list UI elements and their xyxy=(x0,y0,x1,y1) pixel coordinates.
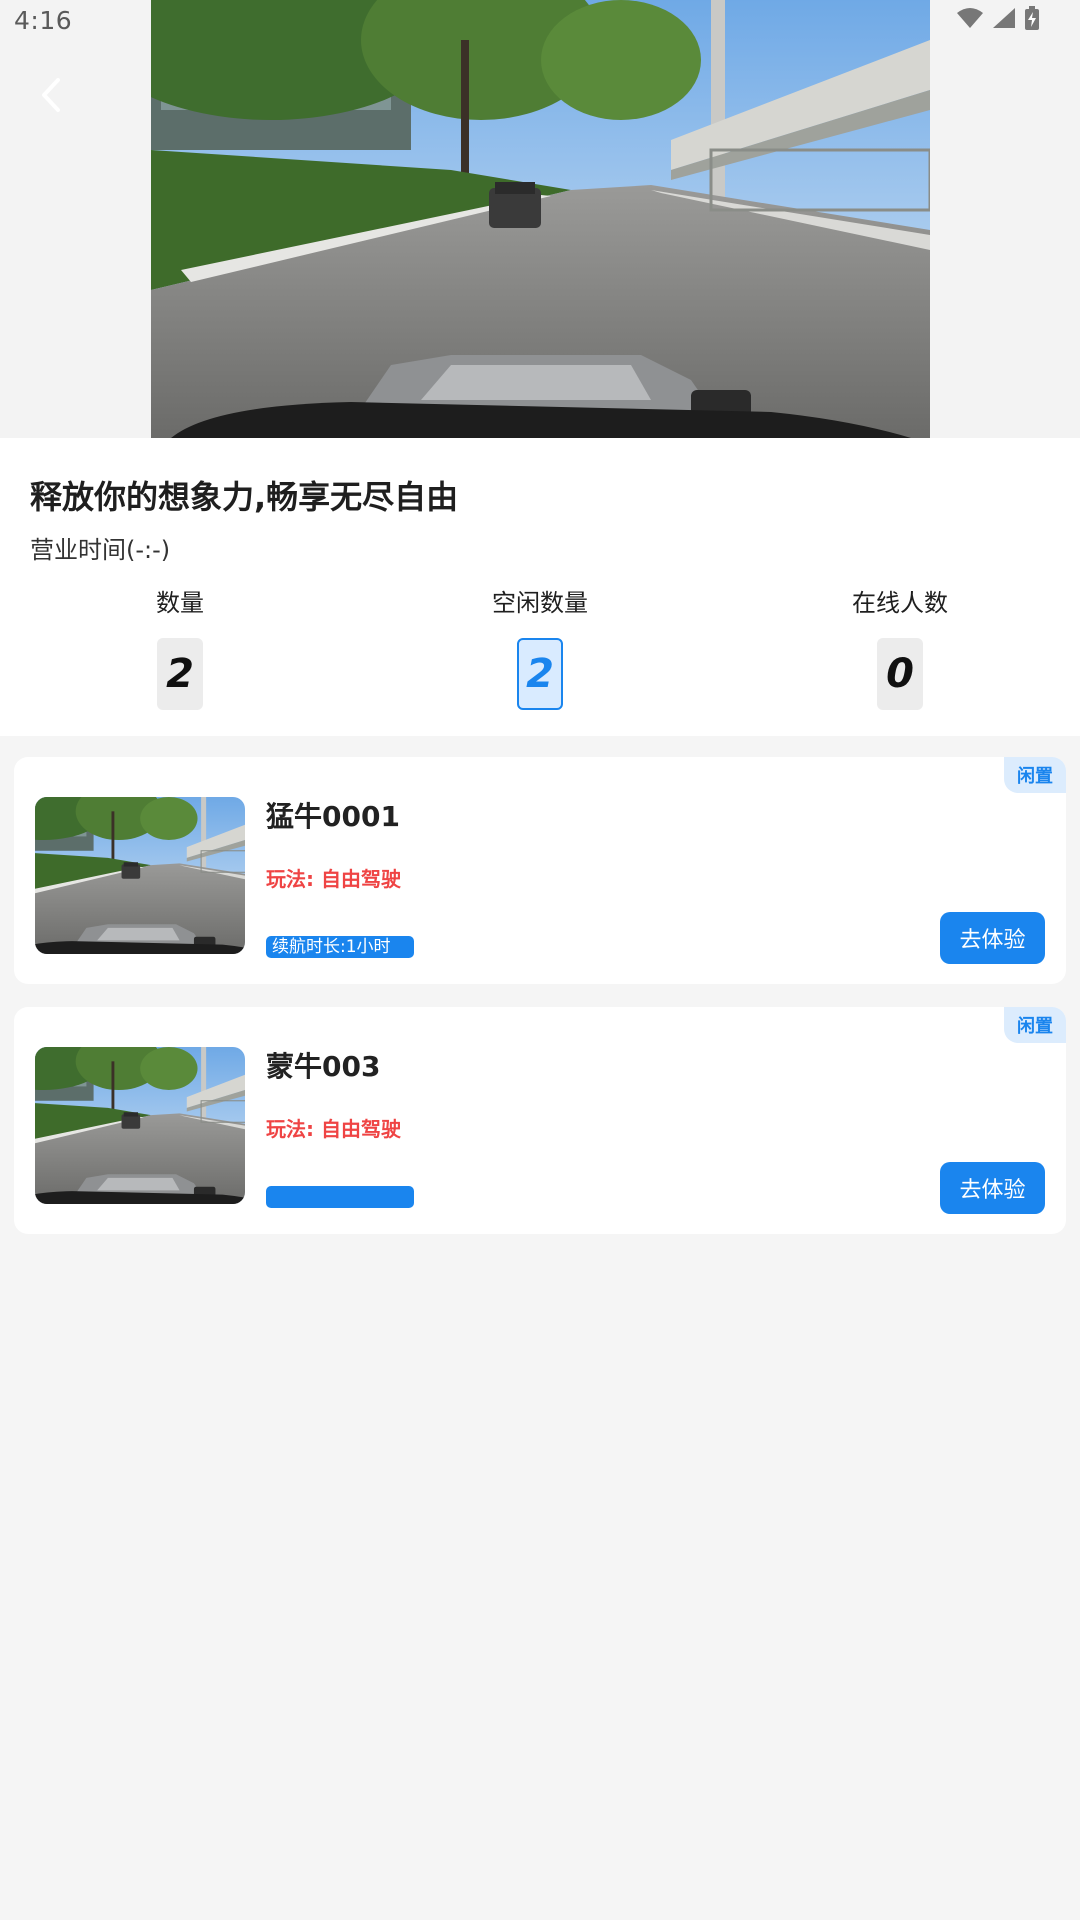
vehicle-play-mode: 玩法: 自由驾驶 xyxy=(266,867,401,891)
vehicle-thumbnail xyxy=(35,1047,245,1204)
vehicle-range-tag: 续航时长:1小时 xyxy=(266,936,414,958)
store-slogan: 释放你的想象力,畅享无尽自由 xyxy=(30,478,459,516)
hero-banner: 4:16 xyxy=(0,0,1080,438)
vehicle-card[interactable]: 猛牛0001 玩法: 自由驾驶 续航时长:1小时 去体验 闲置 xyxy=(14,757,1066,984)
vehicle-thumbnail xyxy=(35,797,245,954)
battery-charging-icon xyxy=(1025,6,1039,30)
vehicle-range-tag xyxy=(266,1186,414,1208)
vehicle-card[interactable]: 蒙牛003 玩法: 自由驾驶 去体验 闲置 xyxy=(14,1007,1066,1234)
try-button[interactable]: 去体验 xyxy=(940,1162,1045,1214)
vehicle-name: 猛牛0001 xyxy=(266,800,400,833)
stat-idle-value: 2 xyxy=(517,638,563,710)
store-info-panel: 释放你的想象力,畅享无尽自由 营业时间(-:-) 数量 2 空闲数量 2 在线人… xyxy=(0,438,1080,736)
hero-photo-image xyxy=(151,0,930,438)
cellular-signal-icon xyxy=(993,8,1015,28)
vehicle-play-mode: 玩法: 自由驾驶 xyxy=(266,1117,401,1141)
status-icons xyxy=(956,6,1040,30)
stat-total-label: 数量 xyxy=(156,589,204,617)
stat-idle-label: 空闲数量 xyxy=(492,589,588,617)
status-time: 4:16 xyxy=(14,6,73,35)
vehicle-name: 蒙牛003 xyxy=(266,1050,381,1083)
status-badge: 闲置 xyxy=(1004,1007,1066,1043)
status-badge: 闲置 xyxy=(1004,757,1066,793)
wifi-icon xyxy=(957,8,983,28)
back-button[interactable] xyxy=(26,70,76,120)
stat-online-label: 在线人数 xyxy=(852,589,948,617)
stat-online-value: 0 xyxy=(877,638,923,710)
stat-idle: 空闲数量 2 xyxy=(360,588,720,710)
vehicle-thumbnail-image xyxy=(35,797,245,954)
try-button[interactable]: 去体验 xyxy=(940,912,1045,964)
hero-photo xyxy=(151,0,930,438)
business-hours: 营业时间(-:-) xyxy=(30,536,171,564)
stat-online: 在线人数 0 xyxy=(720,588,1080,710)
stat-total-value: 2 xyxy=(157,638,203,710)
vehicle-thumbnail-image xyxy=(35,1047,245,1204)
stat-total: 数量 2 xyxy=(0,588,360,710)
chevron-left-icon xyxy=(42,78,60,112)
stats-row: 数量 2 空闲数量 2 在线人数 0 xyxy=(0,588,1080,710)
